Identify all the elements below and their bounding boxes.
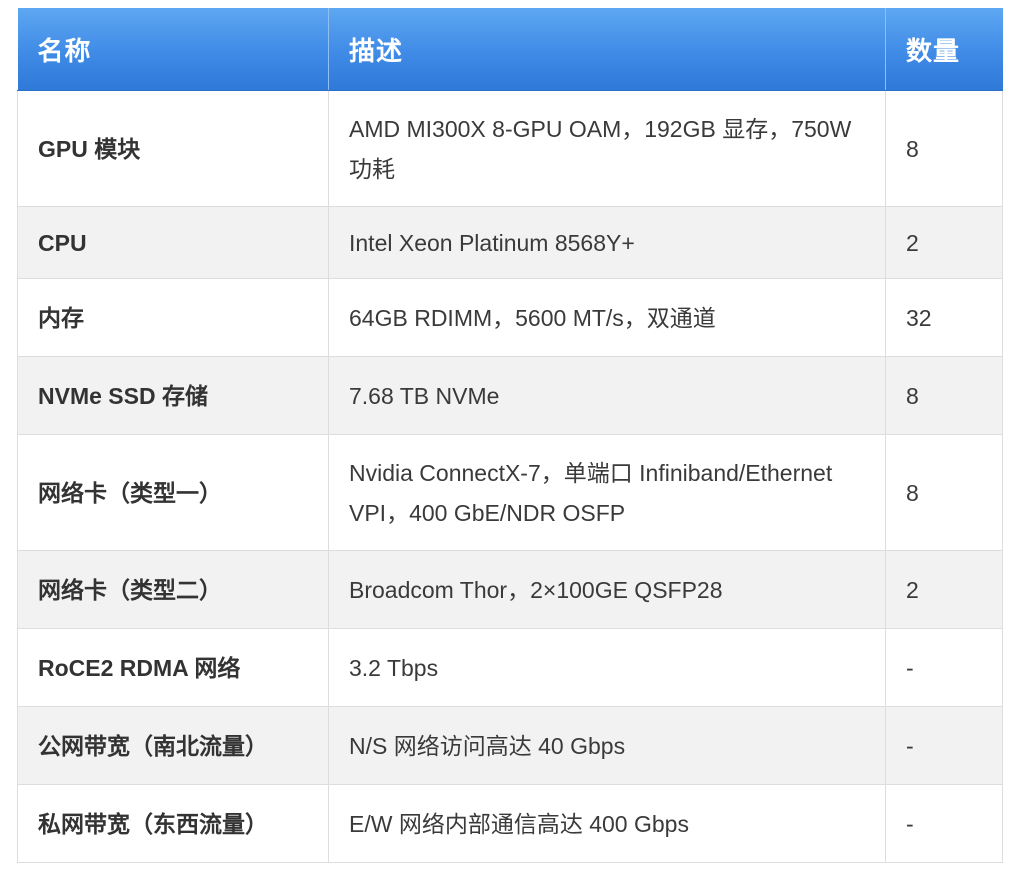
row-name: 公网带宽（南北流量） <box>17 706 329 785</box>
table-row: 网络卡（类型二） Broadcom Thor，2×100GE QSFP28 2 <box>17 550 1003 629</box>
row-description: Broadcom Thor，2×100GE QSFP28 <box>328 550 886 629</box>
row-description: AMD MI300X 8-GPU OAM，192GB 显存，750W 功耗 <box>328 90 886 207</box>
hardware-spec-table: 名称 描述 数量 GPU 模块 AMD MI300X 8-GPU OAM，192… <box>17 8 1003 863</box>
row-name: 网络卡（类型一） <box>17 434 329 551</box>
column-header-description: 描述 <box>328 8 886 91</box>
table-row: GPU 模块 AMD MI300X 8-GPU OAM，192GB 显存，750… <box>17 90 1003 207</box>
row-quantity: - <box>885 628 1003 707</box>
column-header-name: 名称 <box>17 8 329 91</box>
row-quantity: 8 <box>885 90 1003 207</box>
row-name: 网络卡（类型二） <box>17 550 329 629</box>
table-row: CPU Intel Xeon Platinum 8568Y+ 2 <box>17 206 1003 279</box>
row-quantity: 2 <box>885 550 1003 629</box>
row-description: 64GB RDIMM，5600 MT/s，双通道 <box>328 278 886 357</box>
row-description: Intel Xeon Platinum 8568Y+ <box>328 206 886 279</box>
row-description: E/W 网络内部通信高达 400 Gbps <box>328 784 886 863</box>
row-quantity: 2 <box>885 206 1003 279</box>
row-name: GPU 模块 <box>17 90 329 207</box>
table-row: 内存 64GB RDIMM，5600 MT/s，双通道 32 <box>17 278 1003 357</box>
row-name: RoCE2 RDMA 网络 <box>17 628 329 707</box>
row-description: 7.68 TB NVMe <box>328 356 886 435</box>
row-quantity: - <box>885 784 1003 863</box>
column-header-quantity: 数量 <box>885 8 1003 91</box>
table-row: 私网带宽（东西流量） E/W 网络内部通信高达 400 Gbps - <box>17 784 1003 863</box>
table-row: 网络卡（类型一） Nvidia ConnectX-7，单端口 Infiniban… <box>17 434 1003 551</box>
table-row: 公网带宽（南北流量） N/S 网络访问高达 40 Gbps - <box>17 706 1003 785</box>
table-row: NVMe SSD 存储 7.68 TB NVMe 8 <box>17 356 1003 435</box>
row-description: 3.2 Tbps <box>328 628 886 707</box>
row-quantity: 8 <box>885 356 1003 435</box>
table-row: RoCE2 RDMA 网络 3.2 Tbps - <box>17 628 1003 707</box>
row-description: N/S 网络访问高达 40 Gbps <box>328 706 886 785</box>
row-description: Nvidia ConnectX-7，单端口 Infiniband/Etherne… <box>328 434 886 551</box>
row-name: CPU <box>17 206 329 279</box>
row-name: 内存 <box>17 278 329 357</box>
row-quantity: 8 <box>885 434 1003 551</box>
table-header: 名称 描述 数量 <box>17 8 1003 91</box>
row-name: 私网带宽（东西流量） <box>17 784 329 863</box>
row-quantity: - <box>885 706 1003 785</box>
table-body: GPU 模块 AMD MI300X 8-GPU OAM，192GB 显存，750… <box>17 90 1003 863</box>
row-quantity: 32 <box>885 278 1003 357</box>
header-row: 名称 描述 数量 <box>17 8 1003 91</box>
row-name: NVMe SSD 存储 <box>17 356 329 435</box>
